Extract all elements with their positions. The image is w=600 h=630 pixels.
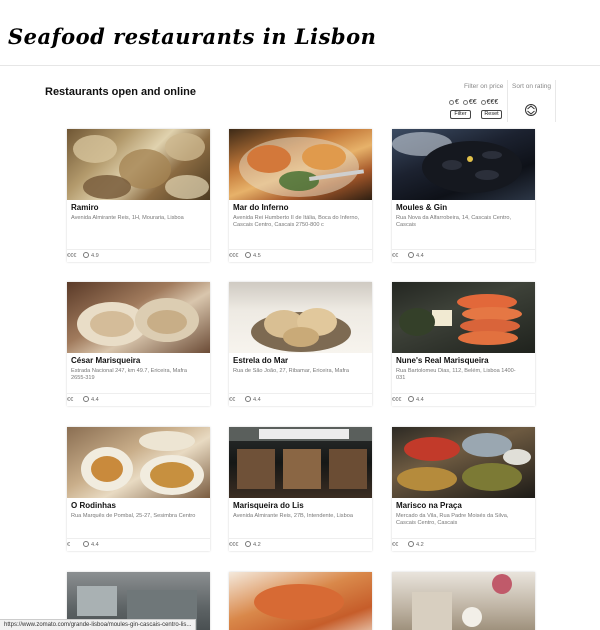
price-option-1[interactable]: € <box>449 99 460 106</box>
rating-icon <box>408 541 414 547</box>
rating-icon <box>408 396 414 402</box>
restaurant-price: €€€ <box>229 253 239 259</box>
restaurant-price: €€ <box>392 542 399 548</box>
restaurant-rating: 4.9 <box>91 253 99 259</box>
rating-sort-panel: Sort on rating <box>508 80 556 122</box>
restaurant-address: Avenida Rei Humberto II de Itália, Boca … <box>233 215 360 229</box>
restaurant-name[interactable]: O Rodinhas <box>71 501 116 510</box>
restaurant-photo <box>392 427 535 498</box>
restaurant-card[interactable]: Marisco na Praça Mercado da Vila, Rua Pa… <box>392 427 535 551</box>
restaurant-photo <box>392 282 535 353</box>
restaurant-meta: €€ 4.4 <box>67 393 210 406</box>
restaurant-price: €€€ <box>229 542 239 548</box>
restaurant-meta: € 4.4 <box>67 538 210 551</box>
restaurant-name[interactable]: Mar do Inferno <box>233 203 289 212</box>
restaurant-photo <box>67 129 210 200</box>
restaurant-name[interactable]: Ramiro <box>71 203 99 212</box>
radio-icon[interactable] <box>462 99 468 105</box>
restaurant-photo <box>229 427 372 498</box>
restaurant-photo <box>229 572 372 630</box>
restaurant-address: Avenida Almirante Reis, 27B, Intendente,… <box>233 513 353 519</box>
restaurant-name[interactable]: Nune's Real Marisqueira <box>396 356 489 365</box>
restaurant-address: Rua Marquês de Pombal, 25-27, Sesimbra C… <box>71 513 196 519</box>
restaurant-card[interactable]: Estrela do Mar Rua de São João, 27, Riba… <box>229 282 372 406</box>
section-subtitle: Restaurants open and online <box>45 86 196 98</box>
restaurant-card[interactable]: César Marisqueira Estrada Nacional 247, … <box>67 282 210 406</box>
status-bar-url: https://www.zomato.com/grande-lisboa/mou… <box>0 619 197 630</box>
rating-sort-label: Sort on rating <box>512 83 552 90</box>
restaurant-meta: €€€ 4.4 <box>392 393 535 406</box>
rating-icon <box>83 541 89 547</box>
restaurant-rating: 4.4 <box>253 397 261 403</box>
restaurant-price: €€€ <box>392 397 402 403</box>
restaurant-name[interactable]: Marisqueira do Lis <box>233 501 304 510</box>
radio-icon[interactable] <box>449 99 454 105</box>
restaurant-price: € <box>67 542 71 548</box>
restaurant-price: €€ <box>67 397 74 403</box>
restaurant-address: Avenida Almirante Reis, 1H, Mouraria, Li… <box>71 215 184 221</box>
restaurant-rating: 4.2 <box>416 542 424 548</box>
restaurant-price: €€€ <box>67 253 77 259</box>
restaurant-address: Estrada Nacional 247, km 49.7, Ericeira,… <box>71 368 187 382</box>
restaurant-card[interactable]: Moules & Gin Rua Nova da Alfarrobeira, 1… <box>392 129 535 262</box>
restaurant-rating: 4.5 <box>253 253 261 259</box>
price-options: € €€ €€€ <box>449 99 500 106</box>
restaurant-photo <box>229 129 372 200</box>
restaurant-meta: €€€ 4.5 <box>229 249 372 262</box>
page-header: Seafood restaurants in Lisbon <box>0 0 600 66</box>
restaurant-name[interactable]: César Marisqueira <box>71 356 140 365</box>
restaurant-address: Rua Nova da Alfarrobeira, 14, Cascais Ce… <box>396 215 512 229</box>
restaurant-price: €€ <box>229 397 236 403</box>
restaurant-meta: €€ 4.2 <box>392 538 535 551</box>
restaurant-rating: 4.4 <box>91 397 99 403</box>
restaurant-address: Rua Bartolomeu Dias, 112, Belém, Lisboa … <box>396 368 516 382</box>
restaurant-photo <box>392 129 535 200</box>
rating-icon <box>408 252 414 258</box>
restaurant-photo <box>67 282 210 353</box>
restaurant-card[interactable]: Ramiro Avenida Almirante Reis, 1H, Moura… <box>67 129 210 262</box>
restaurant-card[interactable]: Mar do Inferno Avenida Rei Humberto II d… <box>229 129 372 262</box>
rating-icon <box>83 396 89 402</box>
page-title: Seafood restaurants in Lisbon <box>8 24 377 49</box>
rating-sort-icon[interactable] <box>524 103 538 117</box>
rating-icon <box>245 396 251 402</box>
restaurant-rating: 4.4 <box>416 397 424 403</box>
restaurant-card[interactable] <box>229 572 372 630</box>
restaurant-rating: 4.4 <box>416 253 424 259</box>
restaurant-photo <box>67 427 210 498</box>
restaurant-name[interactable]: Marisco na Praça <box>396 501 462 510</box>
restaurant-card[interactable]: Marisqueira do Lis Avenida Almirante Rei… <box>229 427 372 551</box>
price-option-2[interactable]: €€ <box>462 99 478 106</box>
price-filter-panel: Filter on price € €€ €€€ Filter Reset <box>445 80 508 122</box>
restaurant-rating: 4.2 <box>253 542 261 548</box>
restaurant-name[interactable]: Estrela do Mar <box>233 356 288 365</box>
restaurant-card[interactable] <box>392 572 535 630</box>
restaurant-card[interactable]: O Rodinhas Rua Marquês de Pombal, 25-27,… <box>67 427 210 551</box>
restaurant-address: Mercado da Vila, Rua Padre Moisés da Sil… <box>396 513 509 527</box>
restaurant-meta: €€ 4.4 <box>392 249 535 262</box>
restaurant-meta: €€ 4.4 <box>229 393 372 406</box>
rating-icon <box>245 541 251 547</box>
price-filter-label: Filter on price <box>464 83 504 90</box>
restaurant-rating: 4.4 <box>91 542 99 548</box>
restaurant-card[interactable]: Nune's Real Marisqueira Rua Bartolomeu D… <box>392 282 535 406</box>
restaurant-photo <box>229 282 372 353</box>
restaurant-meta: €€€ 4.9 <box>67 249 210 262</box>
reset-button[interactable]: Reset <box>481 110 502 119</box>
radio-icon[interactable] <box>480 99 486 105</box>
restaurant-name[interactable]: Moules & Gin <box>396 203 447 212</box>
price-option-3[interactable]: €€€ <box>480 99 500 106</box>
filter-button[interactable]: Filter <box>450 110 471 119</box>
restaurant-meta: €€€ 4.2 <box>229 538 372 551</box>
rating-icon <box>245 252 251 258</box>
restaurant-address: Rua de São João, 27, Ribamar, Ericeira, … <box>233 368 349 374</box>
restaurant-photo <box>392 572 535 630</box>
restaurant-price: €€ <box>392 253 399 259</box>
rating-icon <box>83 252 89 258</box>
